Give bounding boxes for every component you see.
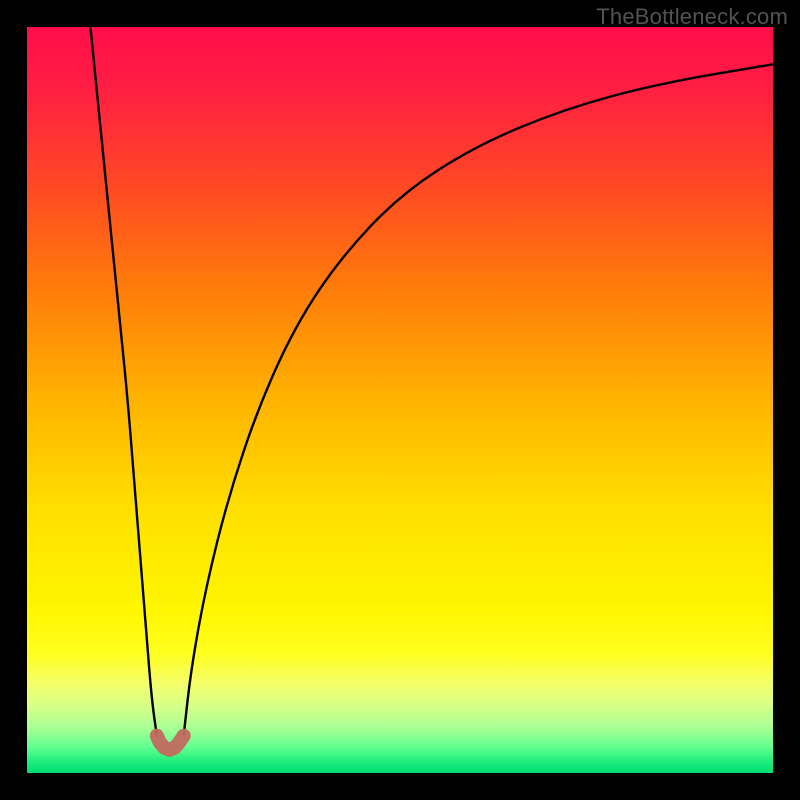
gradient-background (27, 27, 773, 773)
chart-svg (27, 27, 773, 773)
plot-area (27, 27, 773, 773)
chart-frame: TheBottleneck.com (0, 0, 800, 800)
